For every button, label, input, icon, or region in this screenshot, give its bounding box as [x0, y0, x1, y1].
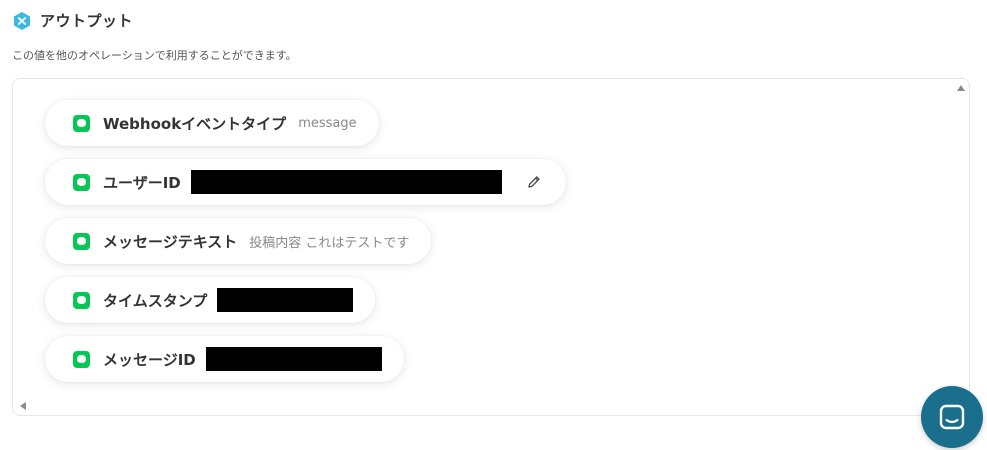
section-description: この値を他のオペレーションで利用することができます。	[12, 49, 297, 62]
scroll-up-arrow-icon[interactable]	[957, 85, 965, 91]
output-item-label: タイムスタンプ	[103, 291, 208, 310]
redacted-value	[205, 347, 382, 371]
brand-logo-icon	[12, 11, 32, 31]
output-item-event-type[interactable]: Webhookイベントタイプ message	[45, 100, 379, 146]
output-item-timestamp[interactable]: タイムスタンプ	[45, 277, 376, 323]
chat-icon	[939, 404, 965, 430]
output-item-user-id[interactable]: ユーザーID	[45, 159, 566, 205]
output-item-message-text[interactable]: メッセージテキスト 投稿内容 これはテストです	[45, 218, 432, 264]
output-item-label: ユーザーID	[103, 173, 181, 192]
output-item-value: message	[298, 115, 357, 131]
line-app-icon	[73, 232, 90, 250]
line-app-icon	[73, 291, 90, 309]
section-title: アウトプット	[40, 12, 134, 30]
output-item-label: Webhookイベントタイプ	[103, 114, 287, 133]
output-panel[interactable]: Webhookイベントタイプ message ユーザーID メッセージテキスト …	[12, 78, 970, 416]
output-item-message-id[interactable]: メッセージID	[45, 336, 404, 382]
scroll-left-arrow-icon[interactable]	[20, 402, 26, 410]
horizontal-scrollbar[interactable]	[13, 401, 969, 415]
output-item-label: メッセージテキスト	[103, 232, 238, 251]
pencil-icon[interactable]	[524, 172, 544, 192]
output-item-label: メッセージID	[103, 350, 196, 369]
line-app-icon	[73, 173, 90, 191]
section-header: アウトプット	[12, 10, 133, 31]
output-item-value: 投稿内容 これはテストです	[249, 235, 410, 251]
line-app-icon	[73, 114, 90, 132]
redacted-value	[190, 170, 502, 194]
line-app-icon	[73, 350, 90, 368]
chat-support-button[interactable]	[921, 386, 983, 448]
redacted-value	[217, 288, 354, 312]
